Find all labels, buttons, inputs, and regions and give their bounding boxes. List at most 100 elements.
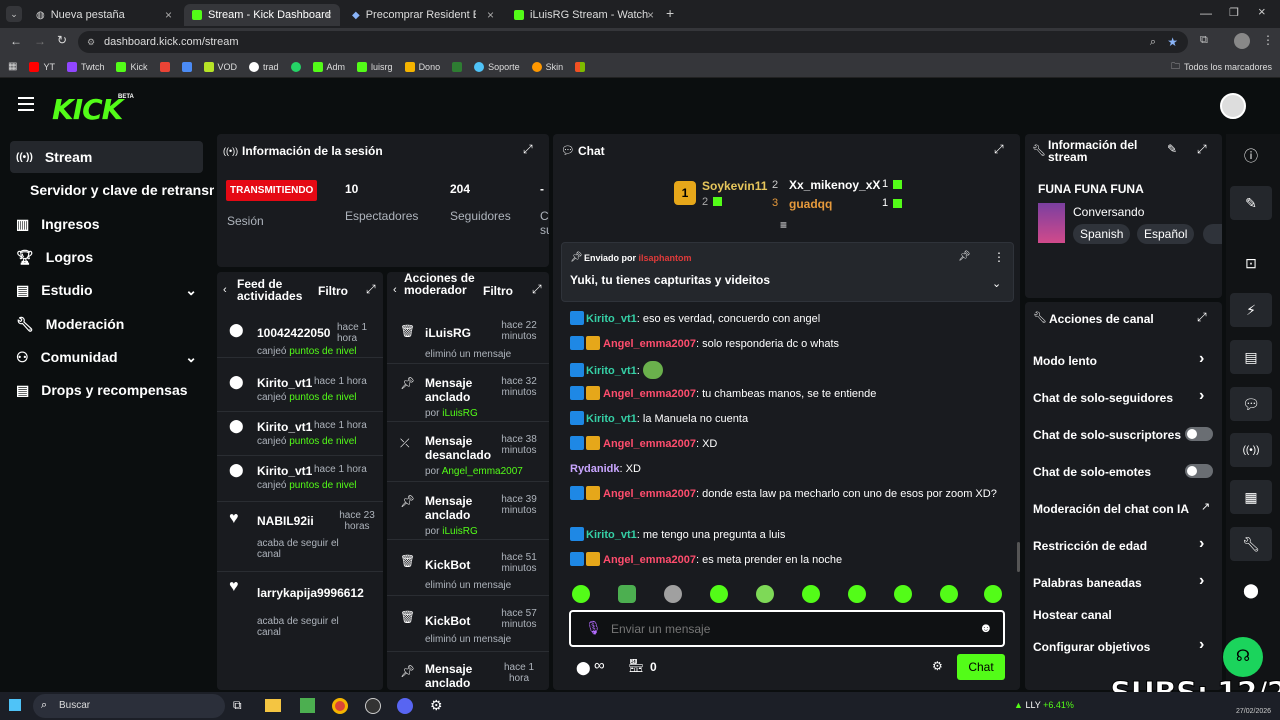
modaction-by[interactable]: Angel_emma2007 <box>442 466 523 477</box>
channel-action-slow-mode[interactable]: Modo lento › <box>1033 350 1215 372</box>
sidebar-item-stream-key[interactable]: Servidor y clave de retransm <box>24 174 214 206</box>
chevron-left-icon[interactable]: ‹ <box>393 284 397 296</box>
new-tab-button[interactable]: + <box>666 5 674 21</box>
popout-icon[interactable]: ⤢ <box>523 142 533 157</box>
tag-spanish[interactable]: Spanish <box>1073 224 1131 244</box>
emotes-only-toggle[interactable] <box>1185 464 1213 478</box>
feed-user[interactable]: larrykapija9996612 <box>257 586 369 600</box>
kick-points-icon[interactable]: ⬤ <box>1230 573 1272 607</box>
close-tab-icon[interactable]: × <box>325 8 332 22</box>
subs-only-toggle[interactable] <box>1185 427 1213 441</box>
leaderboard-name-3[interactable]: guadqq <box>789 197 832 211</box>
notes-icon[interactable]: ▤ <box>1230 340 1272 374</box>
tab-steam[interactable]: ◆ Precomprar Resident Evil Requ × <box>344 4 502 26</box>
minimize-window-icon[interactable]: — <box>1200 6 1212 20</box>
chat-settings-icon[interactable]: ⚙ <box>932 659 943 673</box>
minecraft-icon[interactable] <box>300 698 315 713</box>
bookmark-adm[interactable]: Adm <box>312 61 345 72</box>
bookmark-soporte[interactable]: Soporte <box>474 61 520 72</box>
bookmark-twitch[interactable]: Twtch <box>66 61 104 72</box>
chrome-icon[interactable] <box>332 698 348 714</box>
url-field[interactable]: ⚙ dashboard.kick.com/stream ⌕ ★ <box>78 31 1188 53</box>
feed-user[interactable]: Kirito_vt1 <box>257 464 312 478</box>
close-window-icon[interactable]: × <box>1258 4 1266 19</box>
chat-username[interactable]: Kirito_vt1 <box>586 313 637 325</box>
close-tab-icon[interactable]: × <box>647 8 654 22</box>
chat-username[interactable]: Angel_emma2007 <box>603 438 696 450</box>
sidebar-item-comunidad[interactable]: ⚇ Comunidad ⌄ <box>10 341 203 373</box>
broadcast-icon[interactable]: ((•)) <box>1230 433 1272 467</box>
chat-username[interactable]: Kirito_vt1 <box>586 529 637 541</box>
zoom-icon[interactable]: ⌕ <box>1150 36 1156 49</box>
kick-points-icon[interactable]: ⬤ <box>576 660 591 676</box>
channel-action-emotes-only[interactable]: Chat de solo-emotes <box>1033 463 1215 483</box>
bookmark-extra[interactable] <box>181 61 192 72</box>
channel-action-age-restriction[interactable]: Restricción de edad › <box>1033 535 1215 557</box>
leaderboard-name-2[interactable]: Xx_mikenoy_xX <box>789 178 880 192</box>
chat-username[interactable]: Rydanidk <box>570 463 620 475</box>
chat-username[interactable]: Angel_emma2007 <box>603 554 696 566</box>
emote-8-icon[interactable] <box>894 585 912 603</box>
all-bookmarks[interactable]: 🗀 Todos los marcadores <box>1171 59 1272 75</box>
kick-logo[interactable]: KICK <box>52 93 123 126</box>
stream-category[interactable]: Conversando <box>1073 205 1144 219</box>
emote-4-icon[interactable] <box>710 585 728 603</box>
tab-kick-channel[interactable]: iLuisRG Stream - Watch Live on × <box>506 4 662 26</box>
layout-icon[interactable]: ▦ <box>1230 480 1272 514</box>
sidebar-item-moderacion[interactable]: 🔧︎ Moderación <box>10 308 203 340</box>
restore-window-icon[interactable]: ❐ <box>1229 6 1239 19</box>
popout-icon[interactable]: ⤢ <box>366 282 376 297</box>
chevron-left-icon[interactable]: ‹ <box>223 284 227 296</box>
wrench-icon[interactable]: 🔧︎ <box>1230 527 1272 561</box>
sidebar-item-drops[interactable]: ▤ Drops y recompensas <box>10 374 203 406</box>
tab-new[interactable]: ◍ Nueva pestaña × <box>28 4 180 26</box>
user-avatar[interactable] <box>1220 93 1246 119</box>
sidebar-item-estudio[interactable]: ▤ Estudio ⌄ <box>10 274 203 306</box>
channel-action-banned-words[interactable]: Palabras baneadas › <box>1033 572 1215 594</box>
bookmark-dono[interactable]: Dono <box>404 61 440 72</box>
send-chat-button[interactable]: Chat <box>957 654 1005 680</box>
chevron-down-icon[interactable]: ⌄ <box>992 277 1001 290</box>
hamburger-menu-icon[interactable] <box>18 97 34 111</box>
chat-username[interactable]: Angel_emma2007 <box>603 388 696 400</box>
bookmark-luisrg[interactable]: luisrg <box>357 61 393 72</box>
feed-filter-button[interactable]: Filtro <box>318 284 348 298</box>
feed-user[interactable]: 10042422050 <box>257 326 330 340</box>
emote-7-icon[interactable] <box>848 585 866 603</box>
channel-action-goals[interactable]: Configurar objetivos › <box>1033 636 1215 658</box>
chat-icon[interactable]: 💬︎ <box>1230 387 1272 421</box>
bookmark-whatsapp[interactable] <box>290 61 301 72</box>
chat-scrollbar[interactable] <box>1017 542 1020 572</box>
sidebar-item-logros[interactable]: 🏆︎ Logros <box>10 241 203 273</box>
popout-icon[interactable]: ⤢ <box>532 282 542 297</box>
bookmark-trad[interactable]: trad <box>249 61 279 72</box>
feed-user[interactable]: Kirito_vt1 <box>257 420 312 434</box>
back-icon[interactable]: ← <box>10 34 22 48</box>
feed-user[interactable]: NABIL92ii <box>257 514 314 528</box>
emote-10-icon[interactable] <box>984 585 1002 603</box>
reload-icon[interactable]: ↻ <box>57 33 67 47</box>
windows-start-icon[interactable] <box>9 699 21 711</box>
store-icon[interactable]: 🏪︎ <box>628 658 645 674</box>
close-tab-icon[interactable]: × <box>165 8 172 22</box>
settings-icon[interactable]: ⚙ <box>430 697 443 714</box>
popout-icon[interactable]: ⤢ <box>1197 310 1207 325</box>
bookmark-windows[interactable] <box>575 61 586 72</box>
taskbar-search[interactable]: ⌕ Buscar <box>33 694 225 718</box>
emote-3-icon[interactable] <box>664 585 682 603</box>
file-explorer-icon[interactable] <box>265 699 281 712</box>
channel-action-subs-only[interactable]: Chat de solo-suscriptores <box>1033 426 1215 446</box>
pinned-by[interactable]: ilsaphantom <box>639 253 692 263</box>
chat-username[interactable]: Kirito_vt1 <box>586 413 637 425</box>
edit-pencil-icon[interactable]: ✎ <box>1230 186 1272 220</box>
snapshot-icon[interactable]: ⊡ <box>1230 246 1272 280</box>
tab-search-button[interactable]: ⌄ <box>6 6 22 22</box>
edit-pencil-icon[interactable]: ✎ <box>1167 142 1177 156</box>
bookmark-extra2[interactable] <box>452 61 463 72</box>
emote-5-icon[interactable] <box>756 585 774 603</box>
browser-menu-icon[interactable]: ⋮ <box>1262 33 1274 47</box>
expand-leaderboard-icon[interactable]: ≡ <box>780 218 787 232</box>
apps-grid-icon[interactable]: ▦ <box>8 61 17 72</box>
info-icon[interactable]: ⓘ <box>1230 139 1272 173</box>
modactions-filter-button[interactable]: Filtro <box>483 284 513 298</box>
